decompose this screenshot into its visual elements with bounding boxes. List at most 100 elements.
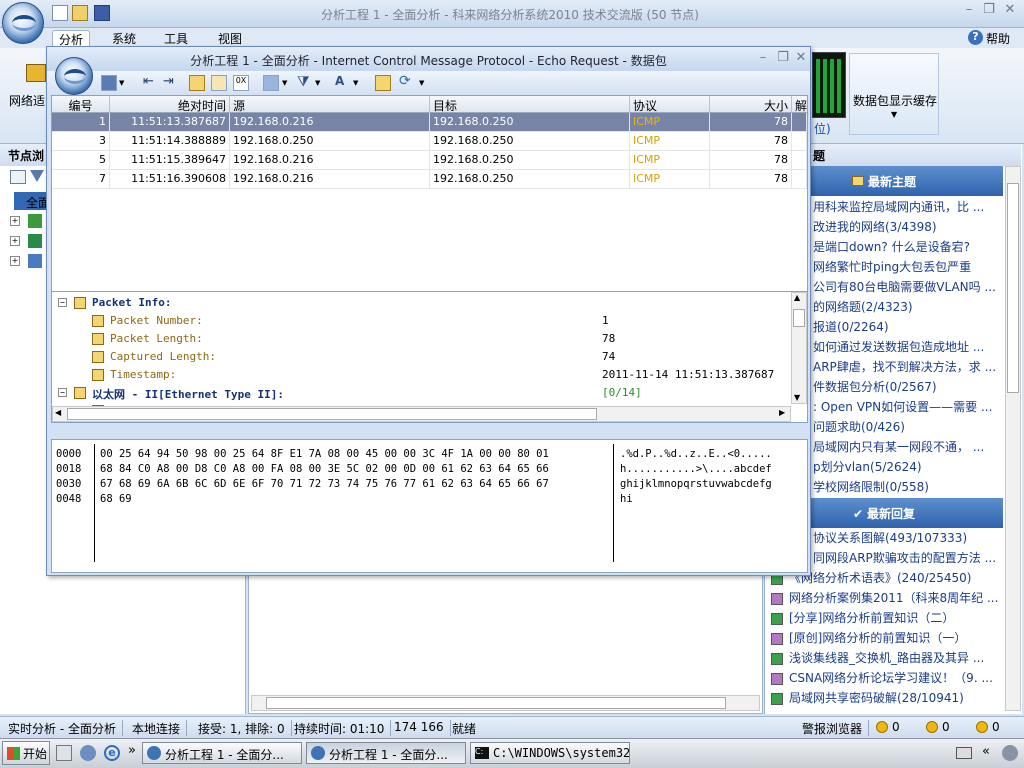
packet-cell-src: 192.168.0.216 [230, 151, 430, 170]
filter-icon[interactable] [30, 170, 44, 184]
column-header-destination[interactable]: 目标 [430, 96, 630, 113]
hex-view-icon[interactable]: 0X [233, 75, 249, 91]
show-desktop-icon[interactable] [56, 745, 72, 761]
packet-list-view-icon[interactable] [189, 75, 205, 91]
dialog-restore-button[interactable]: ❐ [775, 50, 791, 68]
column-header-time[interactable]: 绝对时间 [110, 96, 230, 113]
close-button[interactable]: ✕ [999, 2, 1021, 20]
dialog-minimize-button[interactable]: – [755, 50, 771, 68]
physical-node-icon[interactable] [28, 234, 42, 248]
scroll-thumb[interactable] [266, 697, 726, 709]
ip-node-icon[interactable] [28, 254, 42, 268]
reply-link[interactable]: [分享]网络分析前置知识（二） [765, 609, 1003, 629]
column-header-number[interactable]: 编号 [52, 96, 110, 113]
community-vertical-scrollbar[interactable] [1005, 166, 1021, 711]
refresh-icon[interactable]: ⟳ [399, 73, 411, 89]
expand-icon[interactable]: + [10, 236, 20, 246]
decode-horizontal-scrollbar[interactable]: ◀ ▶ [52, 406, 791, 422]
scroll-down-icon[interactable]: ▼ [794, 393, 800, 402]
table-row[interactable]: 5 11:51:15.389647 192.168.0.216 192.168.0.2… [52, 151, 807, 170]
hex-ascii-row[interactable]: hi [620, 493, 805, 508]
scroll-up-icon[interactable]: ▲ [794, 293, 800, 302]
filter-icon[interactable]: ⧩ [297, 74, 310, 90]
dialog-close-button[interactable]: ✕ [793, 50, 809, 68]
app-menu-orb[interactable] [2, 2, 44, 44]
hex-bytes-row[interactable]: 68 84 C0 A8 00 D8 C0 A8 00 FA 08 00 3E 5… [100, 463, 612, 478]
new-file-icon[interactable] [52, 5, 68, 21]
protocol-node-icon[interactable] [28, 214, 42, 228]
hex-bytes-row[interactable]: 00 25 64 94 50 98 00 25 64 8F E1 7A 08 0… [100, 448, 612, 463]
hex-bytes-row[interactable]: 68 69 [100, 493, 612, 508]
add-node-icon[interactable] [10, 170, 26, 184]
decode-view-icon[interactable] [211, 75, 227, 91]
table-row[interactable]: 3 11:51:14.388889 192.168.0.250 192.168.0.2… [52, 132, 807, 151]
collapse-icon[interactable]: − [58, 388, 67, 397]
scroll-left-icon[interactable]: ◀ [55, 408, 61, 417]
decode-line[interactable]: − Packet Info: [52, 294, 787, 312]
task-button-1[interactable]: 分析工程 1 - 全面分... [142, 742, 302, 764]
column-header-decode[interactable]: 解 [792, 96, 807, 113]
previous-packet-icon[interactable]: ⇤ [143, 74, 154, 89]
hex-ascii-row[interactable]: .%d.P..%d..z..E..<0..... [620, 448, 805, 463]
scroll-thumb[interactable] [1007, 183, 1019, 393]
decode-line[interactable]: Captured Length: 74 [52, 348, 787, 366]
decode-vertical-scrollbar[interactable]: ▲ ▼ [791, 292, 807, 404]
open-folder-icon[interactable] [72, 5, 88, 21]
alarm-browser-label[interactable]: 警报浏览器 [796, 720, 870, 736]
export-icon[interactable] [263, 75, 279, 91]
column-header-size[interactable]: 大小 [710, 96, 792, 113]
dropdown-arrow-icon[interactable]: ▼ [315, 79, 320, 87]
dropdown-arrow-icon[interactable]: ▼ [419, 79, 424, 87]
reply-link[interactable]: CSNA网络分析论坛学习建议！（9. ... [765, 669, 1003, 689]
decode-line[interactable]: − 以太网 - II[Ethernet Type II]: [0/14] [52, 384, 787, 402]
colasoft-logo-icon [311, 746, 325, 760]
packet-cell-time: 11:51:14.388889 [110, 132, 230, 151]
dropdown-arrow-icon[interactable]: ▼ [119, 79, 124, 87]
save-icon[interactable] [94, 5, 110, 21]
collapse-icon[interactable]: − [58, 298, 67, 307]
network-adapter-label[interactable]: 网络适 [9, 92, 45, 109]
save-packets-icon[interactable] [101, 75, 117, 91]
hex-bytes-row[interactable]: 67 68 69 6A 6B 6C 6D 6E 6F 70 71 72 73 7… [100, 478, 612, 493]
network-adapter-icon[interactable] [26, 64, 46, 82]
expand-icon[interactable]: + [10, 256, 20, 266]
task-button-2[interactable]: 分析工程 1 - 全面分... [306, 742, 466, 764]
decode-line[interactable]: Packet Length: 78 [52, 330, 787, 348]
help-button[interactable]: ? 帮助 [968, 30, 1022, 46]
hex-offsets-row: 0000 [56, 448, 82, 460]
hex-ascii-row[interactable]: ghijklmnopqrstuvwabcdefg [620, 478, 805, 493]
center-horizontal-scrollbar[interactable] [251, 695, 760, 711]
reply-link[interactable]: [原创]网络分析的前置知识（一） [765, 629, 1003, 649]
quicklaunch-chevron-icon[interactable]: » [128, 743, 136, 758]
task-button-3[interactable]: C: C:\WINDOWS\system32... [470, 742, 630, 764]
options-icon[interactable] [375, 75, 391, 91]
keyboard-tray-icon[interactable] [956, 747, 972, 759]
find-icon[interactable]: A [335, 74, 344, 88]
media-icon[interactable] [80, 745, 96, 761]
dropdown-arrow-icon[interactable]: ▼ [282, 79, 287, 87]
tray-expand-icon[interactable]: « [982, 744, 990, 759]
expand-icon[interactable]: + [10, 216, 20, 226]
decode-line[interactable]: Timestamp: 2011-11-14 11:51:13.387687 [52, 366, 787, 384]
decode-line[interactable]: Packet Number: 1 [52, 312, 787, 330]
volume-tray-icon[interactable] [1002, 745, 1018, 761]
reply-link[interactable]: 网络分析案例集2011（科来8周年纪 ... [765, 589, 1003, 609]
internet-explorer-icon[interactable]: e [104, 745, 120, 761]
packet-buffer-button[interactable]: 数据包显示缓存 ▼ [849, 53, 939, 135]
table-row[interactable]: 1 11:51:13.387687 192.168.0.216 192.168.0.2… [52, 113, 807, 132]
reply-link-label: CSNA网络分析论坛学习建议！（9. ... [789, 671, 993, 685]
minimize-button[interactable]: – [958, 2, 980, 20]
scroll-thumb[interactable] [67, 408, 597, 420]
start-button[interactable]: 开始 [2, 741, 50, 765]
reply-link[interactable]: 浅谈集线器_交换机_路由器及其异 ... [765, 649, 1003, 669]
next-packet-icon[interactable]: ⇥ [163, 74, 174, 89]
table-row[interactable]: 7 11:51:16.390608 192.168.0.216 192.168.0.2… [52, 170, 807, 189]
reply-link[interactable]: 局域网共享密码破解(28/10941) [765, 689, 1003, 709]
scroll-thumb[interactable] [793, 309, 805, 327]
column-header-source[interactable]: 源 [230, 96, 430, 113]
scroll-right-icon[interactable]: ▶ [779, 408, 785, 417]
hex-ascii-row[interactable]: h...........>\....abcdef [620, 463, 805, 478]
dropdown-arrow-icon[interactable]: ▼ [353, 79, 358, 87]
column-header-protocol[interactable]: 协议 [630, 96, 710, 113]
restore-button[interactable]: ❐ [978, 2, 1000, 20]
